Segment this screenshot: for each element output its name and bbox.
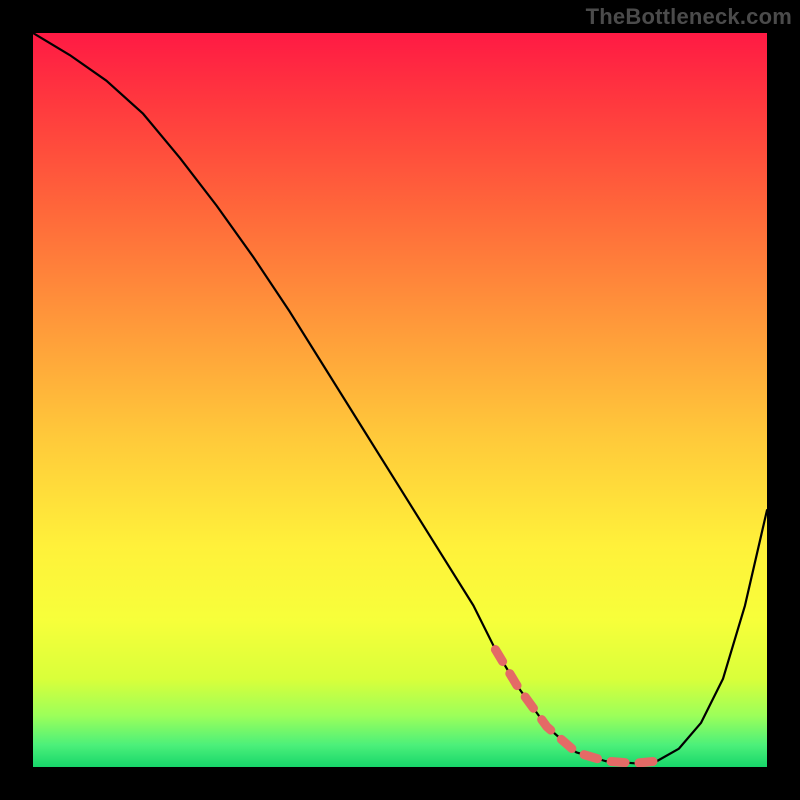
watermark-text: TheBottleneck.com <box>586 4 792 30</box>
bottleneck-curve <box>33 33 767 763</box>
chart-svg <box>33 33 767 767</box>
optimal-range-highlight <box>495 650 656 764</box>
chart-frame: TheBottleneck.com <box>0 0 800 800</box>
plot-area <box>33 33 767 767</box>
